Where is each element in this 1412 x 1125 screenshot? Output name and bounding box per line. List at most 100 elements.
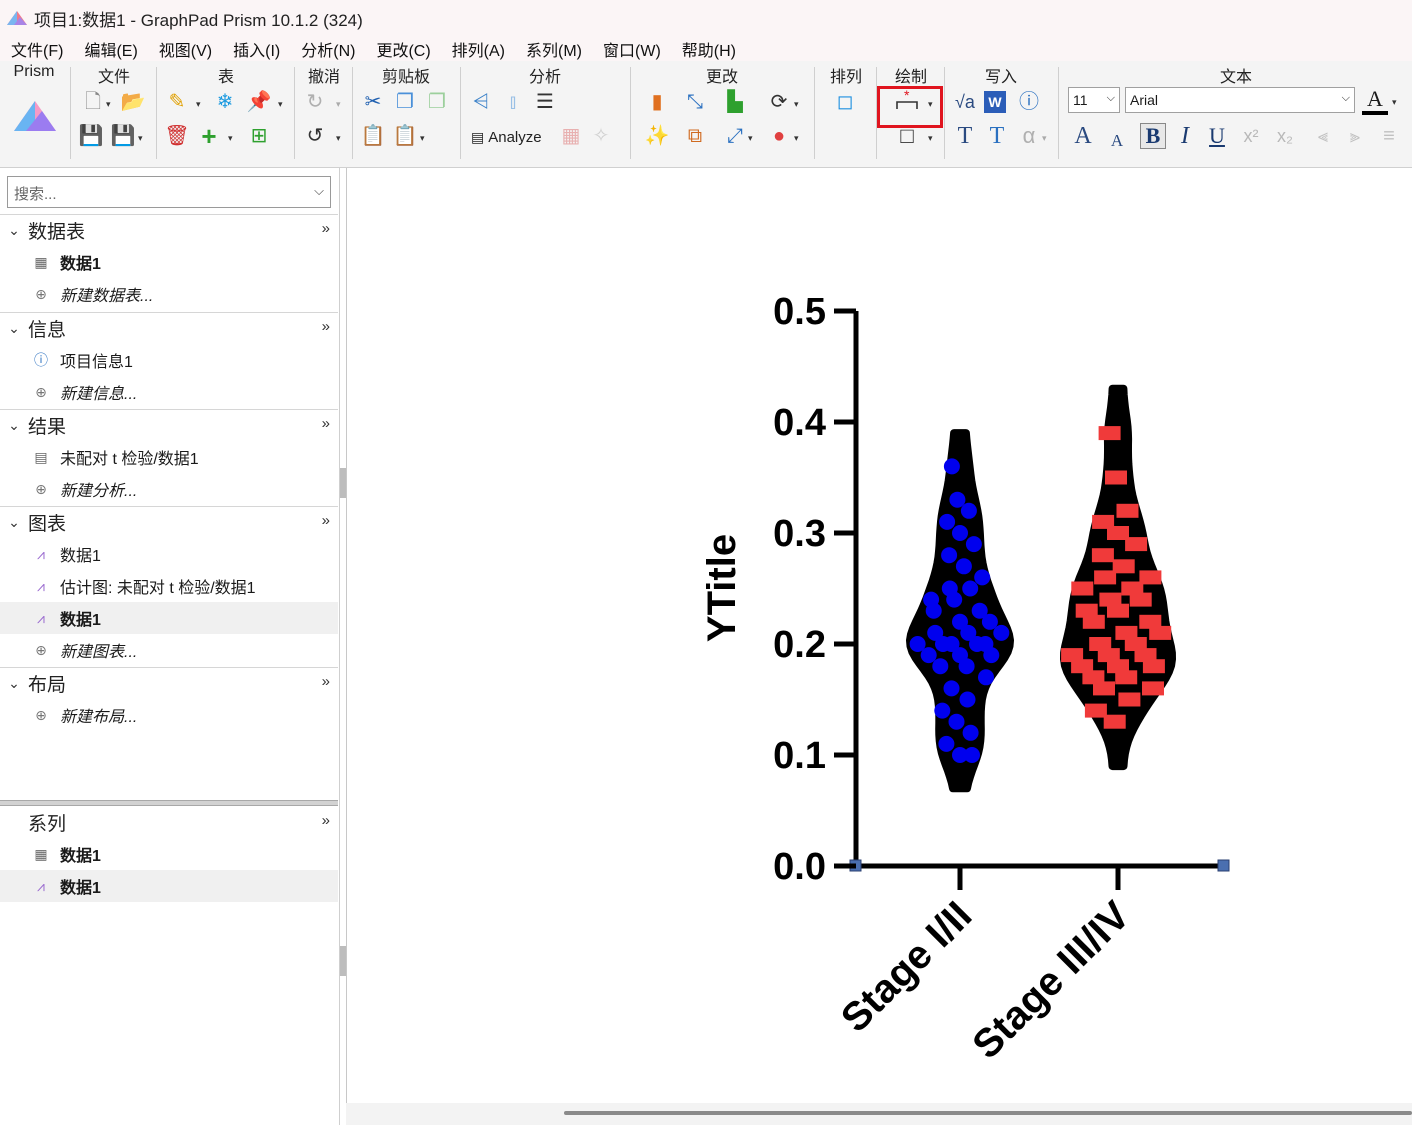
greek-icon[interactable]: α	[1016, 123, 1042, 149]
delete-icon[interactable]: 🗑	[164, 123, 190, 149]
italic-button[interactable]: I	[1172, 123, 1198, 149]
series-item-graph[interactable]: ⩘ 数据1	[0, 870, 338, 902]
copy-icon[interactable]: ❐	[392, 89, 418, 115]
bar-chart-icon[interactable]: ▙	[722, 89, 748, 115]
align-left-icon[interactable]: ⫷	[1310, 123, 1336, 149]
expand-more-icon[interactable]: »	[322, 415, 330, 432]
font-name-select[interactable]: Arial ⌵	[1125, 87, 1355, 113]
expand-icon[interactable]: ⤢	[722, 123, 748, 149]
collapse-chevron-icon[interactable]: ⌄	[0, 222, 28, 239]
menu-insert[interactable]: 插入(I)	[233, 37, 280, 61]
decrease-font-icon[interactable]: A	[1104, 127, 1130, 153]
violin-chart[interactable]: 0.0 0.1 0.2 0.3 0.4 0.5 YTitle Stage I/IIStage …	[347, 168, 1412, 1103]
nav-item-new-analysis[interactable]: ⊕ 新建分析...	[0, 473, 338, 505]
color-scheme-icon[interactable]: ●	[766, 123, 792, 149]
magic-wand-icon[interactable]: ✨	[644, 123, 670, 149]
expand-more-icon[interactable]: »	[322, 673, 330, 690]
menu-analysis[interactable]: 分析(N)	[301, 37, 355, 61]
sum-icon[interactable]: ☰	[532, 89, 558, 115]
nav-item-data-table[interactable]: ▦ 数据1	[0, 246, 338, 278]
section-header-layouts[interactable]: ⌄ 布局 »	[0, 667, 338, 699]
menu-change[interactable]: 更改(C)	[376, 37, 430, 61]
expand-more-icon[interactable]: »	[322, 812, 330, 829]
chevron-down-icon[interactable]: ⌵	[314, 183, 324, 199]
analyze-button[interactable]: ▤ Analyze	[470, 125, 543, 149]
series-item-table[interactable]: ▦ 数据1	[0, 838, 338, 870]
collapse-chevron-icon[interactable]: ⌄	[0, 514, 28, 531]
prism-menu-icon[interactable]	[12, 99, 58, 133]
menu-edit[interactable]: 编辑(E)	[84, 37, 137, 61]
add-icon[interactable]: +	[196, 123, 222, 149]
menu-view[interactable]: 视图(V)	[159, 37, 212, 61]
section-header-info[interactable]: ⌄ 信息 »	[0, 312, 338, 344]
xy-analysis-icon[interactable]: ⩤	[468, 89, 494, 115]
nav-item-new-data-table[interactable]: ⊕ 新建数据表...	[0, 278, 338, 310]
text-icon[interactable]: T	[952, 123, 978, 149]
collapse-chevron-icon[interactable]: ⌄	[0, 675, 28, 692]
cut-icon[interactable]: ✂	[360, 89, 386, 115]
menu-arrange[interactable]: 排列(A)	[452, 37, 505, 61]
equation-icon[interactable]: √a	[952, 89, 978, 115]
table-analysis-icon[interactable]: ▦	[558, 123, 584, 149]
info-icon[interactable]: ⓘ	[1016, 89, 1042, 115]
add-data-icon[interactable]: ⧉	[682, 123, 708, 149]
highlight-icon[interactable]: ✎	[164, 89, 190, 115]
nav-item-new-layout[interactable]: ⊕ 新建布局...	[0, 699, 338, 731]
scrollbar-thumb[interactable]	[564, 1111, 1412, 1115]
section-header-series[interactable]: 系列 »	[0, 806, 338, 838]
copy-format-icon[interactable]: ❐	[424, 89, 450, 115]
collapse-chevron-icon[interactable]: ⌄	[0, 417, 28, 434]
nav-item-graph[interactable]: ⩘ 数据1	[0, 538, 338, 570]
bold-button[interactable]: B	[1140, 123, 1166, 149]
font-size-select[interactable]: 11 ⌵	[1068, 87, 1120, 113]
expand-more-icon[interactable]: »	[322, 512, 330, 529]
subscript-icon[interactable]: x₂	[1272, 123, 1298, 149]
pin-icon[interactable]: 📌	[246, 89, 272, 115]
word-icon[interactable]: W	[984, 91, 1006, 113]
font-color-icon[interactable]: A	[1362, 87, 1388, 115]
wizard-icon[interactable]: ✧	[588, 123, 614, 149]
undo-icon[interactable]: ↺	[302, 123, 328, 149]
save-icon[interactable]: 💾	[78, 123, 104, 149]
data-point	[959, 691, 976, 708]
text-box-icon[interactable]: T	[984, 123, 1010, 149]
new-file-icon[interactable]: 🗋	[80, 89, 106, 115]
nav-item-graph-selected[interactable]: ⩘ 数据1	[0, 602, 338, 634]
collapse-chevron-icon[interactable]: ⌄	[0, 320, 28, 337]
nav-item-new-info[interactable]: ⊕ 新建信息...	[0, 376, 338, 408]
expand-more-icon[interactable]: »	[322, 220, 330, 237]
underline-button[interactable]: U	[1204, 123, 1230, 149]
axis-icon[interactable]: ⤡	[682, 89, 708, 115]
superscript-icon[interactable]: x²	[1238, 123, 1264, 149]
menu-help[interactable]: 帮助(H)	[682, 37, 736, 61]
nav-item-info[interactable]: ⓘ 项目信息1	[0, 344, 338, 376]
nav-item-result[interactable]: ▤ 未配对 t 检验/数据1	[0, 441, 338, 473]
save-as-icon[interactable]: 💾	[110, 123, 136, 149]
redo-icon[interactable]: ↻	[302, 89, 328, 115]
nav-item-new-graph[interactable]: ⊕ 新建图表...	[0, 634, 338, 666]
open-file-icon[interactable]: 📂	[120, 89, 146, 115]
menu-series[interactable]: 系列(M)	[526, 37, 582, 61]
axis-handle	[1217, 859, 1230, 872]
paste-icon[interactable]: 📋	[360, 123, 386, 149]
arrange-icon[interactable]: ◻	[832, 89, 858, 115]
rotate-icon[interactable]: ⟳	[766, 89, 792, 115]
column-analysis-icon[interactable]: ⫾	[500, 89, 526, 115]
increase-font-icon[interactable]: A	[1070, 123, 1096, 149]
freeze-icon[interactable]: ❄	[212, 89, 238, 115]
section-header-graphs[interactable]: ⌄ 图表 »	[0, 506, 338, 538]
nav-item-graph[interactable]: ⩘ 估计图: 未配对 t 检验/数据1	[0, 570, 338, 602]
section-header-data-tables[interactable]: ⌄ 数据表 »	[0, 214, 338, 246]
menu-window[interactable]: 窗口(W)	[603, 37, 661, 61]
change-graph-type-icon[interactable]: ▮	[644, 89, 670, 115]
align-center-icon[interactable]: ⫸	[1342, 123, 1368, 149]
expand-more-icon[interactable]: »	[322, 318, 330, 335]
add-column-icon[interactable]: ⊞	[246, 123, 272, 149]
graph-canvas[interactable]: 0.0 0.1 0.2 0.3 0.4 0.5 YTitle Stage I/II Stage …	[346, 168, 1412, 1125]
menu-file[interactable]: 文件(F)	[11, 37, 63, 61]
paragraph-align-icon[interactable]: ≡	[1376, 123, 1402, 149]
paste-special-icon[interactable]: 📋	[392, 123, 418, 149]
section-header-results[interactable]: ⌄ 结果 »	[0, 409, 338, 441]
search-input[interactable]: 搜索... ⌵	[7, 176, 331, 208]
horizontal-scrollbar[interactable]	[346, 1103, 1412, 1125]
